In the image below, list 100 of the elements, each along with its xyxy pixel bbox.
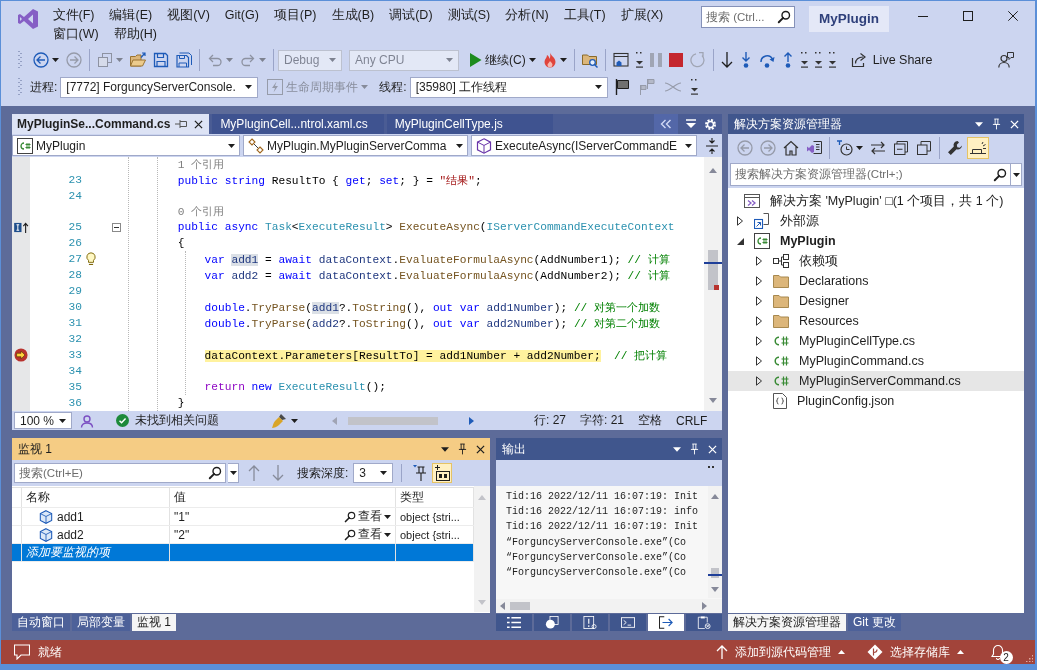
menu-item[interactable]: 文件(F) [45,6,102,25]
grip-icon[interactable] [18,51,22,69]
document-tab[interactable]: MyPluginCell...ntrol.xaml.cs [212,114,384,134]
collapsed-arrow-icon[interactable] [756,356,762,366]
horizontal-scrollbar[interactable] [496,599,722,613]
menu-item[interactable]: 分析(N) [497,6,557,25]
clipboard-tab[interactable] [686,614,722,631]
grip-icon[interactable] [18,78,22,96]
tree-item[interactable]: Designer [728,291,1024,311]
tree-item[interactable]: Declarations [728,271,1024,291]
share-button[interactable]: Live Share [847,49,936,71]
menu-item[interactable]: 帮助(H) [106,25,165,44]
menu-item[interactable]: 调试(D) [381,6,441,25]
tab-list-button[interactable] [654,114,678,134]
collapsed-arrow-icon[interactable] [737,216,743,226]
settings-icon[interactable] [704,117,717,131]
output-tab[interactable] [648,614,684,631]
tree-item[interactable]: 外部源 [728,211,1024,231]
breakpoint-arrow-icon[interactable] [14,348,28,362]
add-watch-item[interactable]: 添加要监视的项 [26,544,110,561]
tree-item[interactable]: MyPluginCommand.cs [728,351,1024,371]
column-header[interactable]: 类型 [400,489,424,506]
vertical-scrollbar[interactable] [704,157,722,411]
comment-icon[interactable] [14,644,30,660]
thread-dropdown[interactable]: [35980] 工作线程 [409,76,608,98]
feedback-button[interactable] [995,49,1017,71]
lightbulb-icon[interactable] [86,252,96,266]
split-button[interactable] [704,137,720,154]
back-button[interactable] [30,49,62,71]
close-icon[interactable] [194,119,204,129]
format-toggle[interactable] [432,463,453,483]
menu-item[interactable]: Git(G) [217,6,267,25]
menu-item[interactable]: 测试(S) [440,6,498,25]
task-list-tab[interactable] [496,614,532,631]
error-list-tab[interactable] [572,614,608,631]
tree-item[interactable]: Resources [728,311,1024,331]
line-indicator[interactable]: 行: 27 [534,412,566,429]
menu-item[interactable]: 项目(P) [266,6,324,25]
reference-count-link[interactable]: 0 个引用 [177,204,225,219]
add-to-source-control-button[interactable]: 添加到源代码管理 [715,643,845,661]
continue-button[interactable]: 继续(C) [466,49,539,71]
menu-item[interactable]: 编辑(E) [101,6,160,25]
zoom-dropdown[interactable]: 100 % [14,412,72,429]
pin-icon[interactable] [175,119,190,129]
caret-icon[interactable] [673,446,681,452]
expanded-arrow-icon[interactable] [736,237,744,245]
panel-tab[interactable]: 解决方案资源管理器 [728,614,846,631]
watch-row[interactable]: add1 "1" 查看 object {stri... [12,508,474,526]
history-button[interactable] [834,137,866,159]
tree-item[interactable]: MyPluginCellType.cs [728,331,1024,351]
search-field[interactable]: 搜索(Ctrl+E) [14,463,226,483]
line-ending-indicator[interactable]: CRLF [676,413,708,428]
caret-icon[interactable] [975,121,983,127]
collapsed-arrow-icon[interactable] [756,376,762,386]
tree-item[interactable]: MyPlugin [728,231,1024,251]
collapsed-arrow-icon[interactable] [756,276,762,286]
search-field[interactable]: 搜索 (Ctrl... [701,6,795,28]
close-icon[interactable] [476,444,485,454]
panel-tab[interactable]: 监视 1 [132,614,176,631]
caret-icon[interactable] [441,446,449,452]
reference-count-link[interactable]: 1 个引用 [177,157,225,172]
collapsed-arrow-icon[interactable] [756,256,762,266]
process-dropdown[interactable]: [7772] ForguncyServerConsole. [60,76,259,98]
search-depth-dropdown[interactable]: 3 [353,463,394,483]
column-header[interactable]: 值 [174,489,186,506]
panel-tab[interactable]: 局部变量 [72,614,130,631]
search-field[interactable]: 搜索解决方案资源管理器(Ctrl+;) [730,163,1011,186]
class-dropdown[interactable]: MyPlugin.MyPluginServerComma [243,135,468,156]
document-tab[interactable]: MyPluginCellType.js [386,114,553,134]
dropdown-menu-icon[interactable] [686,119,696,129]
watch-row[interactable]: 添加要监视的项 [12,544,474,562]
menu-item[interactable]: 工具(T) [556,6,614,25]
member-dropdown[interactable]: ExecuteAsync(IServerCommandE [471,135,697,156]
select-repository-button[interactable]: 选择存储库 [866,643,964,661]
tree-item[interactable]: PluginConfig.json [728,391,1024,411]
collapsed-arrow-icon[interactable] [756,296,762,306]
search-options-button[interactable] [1011,163,1022,186]
panel-tab[interactable]: 自动窗口 [12,614,70,631]
collapsed-arrow-icon[interactable] [756,336,762,346]
person-icon[interactable] [80,413,94,428]
view-button[interactable]: 查看 [344,526,391,543]
implementation-marker-icon[interactable] [13,221,29,233]
column-header[interactable]: 名称 [26,489,50,506]
menu-item[interactable]: 视图(V) [159,6,218,25]
menu-item[interactable]: 生成(B) [324,6,382,25]
tree-item[interactable]: 解决方案 'MyPlugin' □(1 个项目，共 1 个) [728,191,1024,211]
call-stack-tab[interactable] [534,614,570,631]
code-cleanup-button[interactable] [271,412,298,429]
tree-item[interactable]: 依赖项 [728,251,1024,271]
minus-box-icon[interactable] [111,222,121,232]
menu-item[interactable]: 扩展(X) [613,6,671,25]
pin-icon[interactable] [458,443,467,455]
view-button[interactable]: 查看 [344,508,391,525]
document-tab[interactable]: MyPluginSe...Command.cs [12,114,210,134]
issues-button[interactable]: 未找到相关问题 [116,412,219,429]
terminal-tab[interactable] [610,614,646,631]
resize-grip-icon[interactable] [1025,654,1033,662]
whitespace-indicator[interactable]: 空格 [638,412,663,429]
collapsed-arrow-icon[interactable] [756,316,762,326]
search-options-button[interactable] [228,463,239,483]
